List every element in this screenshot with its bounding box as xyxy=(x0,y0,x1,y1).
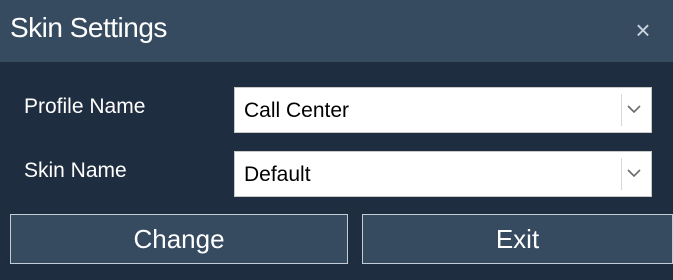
profile-name-select[interactable]: Call Center xyxy=(234,87,652,133)
bottom-strip xyxy=(0,264,673,280)
skin-name-dropdown-button[interactable] xyxy=(621,158,647,190)
change-button[interactable]: Change xyxy=(10,214,348,264)
skin-name-value: Default xyxy=(244,163,311,186)
exit-button[interactable]: Exit xyxy=(362,214,673,264)
profile-name-dropdown-button[interactable] xyxy=(621,94,647,126)
close-icon[interactable]: × xyxy=(628,14,658,46)
profile-name-label: Profile Name xyxy=(24,95,146,118)
chevron-down-icon xyxy=(627,105,641,114)
skin-name-select[interactable]: Default xyxy=(234,151,652,197)
title-bar: Skin Settings × xyxy=(0,0,673,62)
chevron-down-icon xyxy=(627,169,641,178)
profile-name-value: Call Center xyxy=(244,99,350,122)
skin-settings-dialog: Skin Settings × Profile Name Call Center… xyxy=(0,0,673,280)
skin-name-label: Skin Name xyxy=(24,159,127,182)
dialog-title: Skin Settings xyxy=(10,12,167,43)
